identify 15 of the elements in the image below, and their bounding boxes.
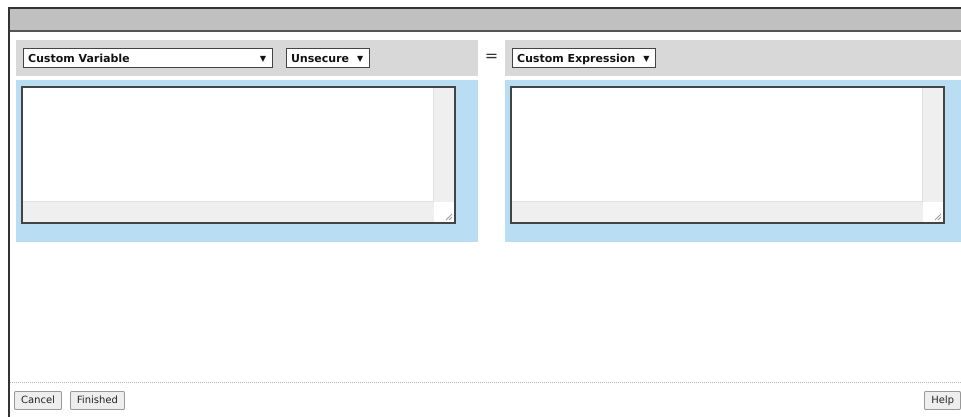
resize-grip-icon[interactable] <box>445 213 453 221</box>
vertical-scrollbar[interactable] <box>433 88 454 202</box>
text-area[interactable] <box>510 86 945 224</box>
dropdown[interactable]: Custom Variable ▼ <box>23 48 273 68</box>
dropdown[interactable]: Custom Expression ▼ <box>512 48 656 68</box>
equals-sign: = <box>484 46 500 65</box>
horizontal-scrollbar[interactable] <box>512 201 923 222</box>
resize-grip-icon[interactable] <box>934 213 942 221</box>
dialog-button[interactable]: Cancel <box>14 390 62 410</box>
text-area[interactable] <box>21 86 456 224</box>
vertical-scrollbar[interactable] <box>922 88 943 202</box>
dropdown[interactable]: Unsecure ▼ <box>286 48 370 68</box>
help-button[interactable]: Help <box>924 390 961 410</box>
dialog-button[interactable]: Finished <box>70 390 125 410</box>
horizontal-scrollbar[interactable] <box>23 201 434 222</box>
